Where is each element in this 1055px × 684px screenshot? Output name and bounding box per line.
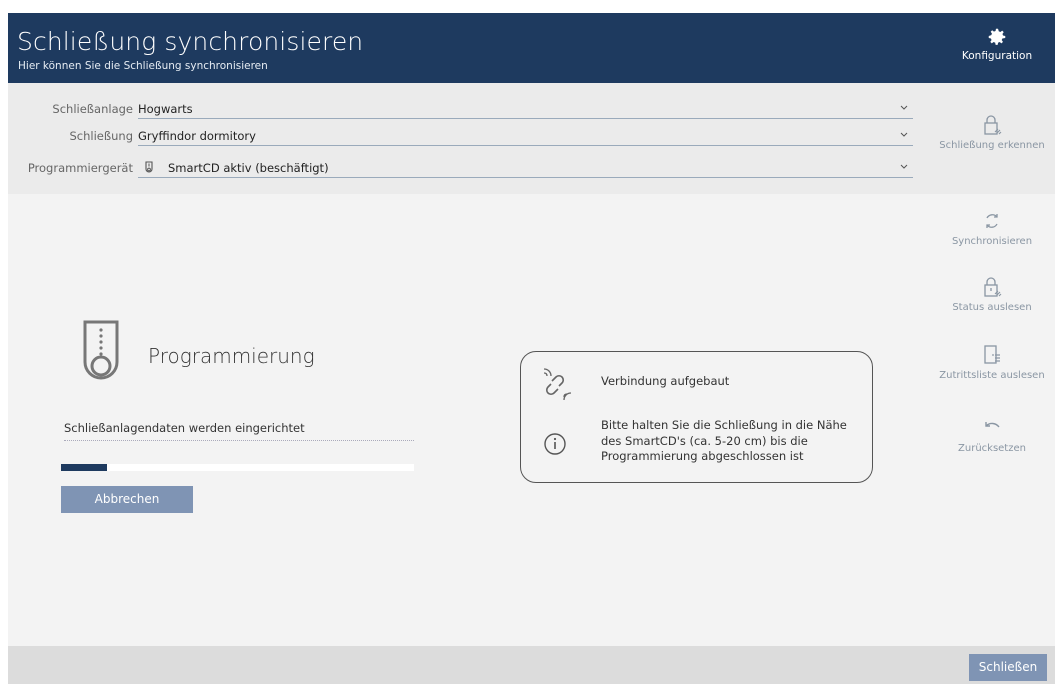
device-row: Programmiergerät SmartCD aktiv (beschäft… xyxy=(8,158,913,178)
lock-row: Schließung Gryffindor dormitory xyxy=(8,126,913,146)
smartcd-icon xyxy=(145,161,153,173)
programming-status: Schließanlagendaten werden eingerichtet xyxy=(64,421,414,441)
selection-form: Schließanlage Hogwarts Schließung Gryffi… xyxy=(8,83,1055,194)
lock-read-icon xyxy=(984,277,1002,297)
sync-icon xyxy=(986,214,998,228)
system-label: Schließanlage xyxy=(52,102,133,116)
page-subtitle: Hier können Sie die Schließung synchroni… xyxy=(18,60,268,72)
gear-icon xyxy=(956,26,1038,48)
synchronize-label: Synchronisieren xyxy=(951,236,1033,247)
hint-text: Bitte halten Sie die Schließung in die N… xyxy=(601,418,847,463)
read-status-label: Status auslesen xyxy=(952,302,1032,313)
chevron-down-icon xyxy=(900,132,908,137)
dialog-window: Schließung synchronisieren Hier können S… xyxy=(8,13,1055,684)
footer-bar: Schließen xyxy=(8,646,1055,684)
door-list-icon xyxy=(984,345,1000,364)
wireless-link-icon xyxy=(543,368,572,401)
read-access-list-label: Zutrittsliste auslesen xyxy=(939,370,1045,381)
device-select[interactable]: SmartCD aktiv (beschäftigt) xyxy=(138,158,913,178)
programming-title: Programmierung xyxy=(148,344,315,368)
system-value: Hogwarts xyxy=(138,102,193,116)
configuration-label: Konfiguration xyxy=(961,50,1033,62)
progress-fill xyxy=(61,464,107,471)
cancel-button[interactable]: Abbrechen xyxy=(61,486,193,513)
read-status-button[interactable]: Status auslesen xyxy=(937,275,1047,313)
info-panel: Verbindung aufgebaut Bitte halten Sie di… xyxy=(520,351,873,483)
chevron-down-icon xyxy=(900,164,908,169)
system-row: Schließanlage Hogwarts xyxy=(8,99,913,119)
configuration-button[interactable]: Konfiguration xyxy=(956,26,1038,72)
lock-value: Gryffindor dormitory xyxy=(138,129,256,143)
info-icon xyxy=(544,433,566,455)
device-value: SmartCD aktiv (beschäftigt) xyxy=(168,161,329,175)
lock-select[interactable]: Gryffindor dormitory xyxy=(138,126,913,146)
reset-label: Zurücksetzen xyxy=(958,443,1026,454)
synchronize-button[interactable]: Synchronisieren xyxy=(937,209,1047,247)
chevron-down-icon xyxy=(900,105,908,110)
header-bar: Schließung synchronisieren Hier können S… xyxy=(8,13,1055,83)
smartcd-device-icon xyxy=(83,320,119,380)
system-select[interactable]: Hogwarts xyxy=(138,99,913,119)
undo-icon xyxy=(985,422,1000,428)
connection-status-text: Verbindung aufgebaut xyxy=(601,374,730,388)
detect-lock-button[interactable]: Schließung erkennen xyxy=(937,113,1047,151)
page-title: Schließung synchronisieren xyxy=(17,27,364,56)
reset-button[interactable]: Zurücksetzen xyxy=(937,416,1047,454)
progress-bar xyxy=(61,464,414,471)
lock-wave-icon xyxy=(984,115,1002,135)
device-label: Programmiergerät xyxy=(27,161,133,175)
close-button[interactable]: Schließen xyxy=(969,654,1047,681)
lock-label: Schließung xyxy=(69,129,134,143)
detect-lock-label: Schließung erkennen xyxy=(939,140,1045,151)
read-access-list-button[interactable]: Zutrittsliste auslesen xyxy=(937,343,1047,381)
